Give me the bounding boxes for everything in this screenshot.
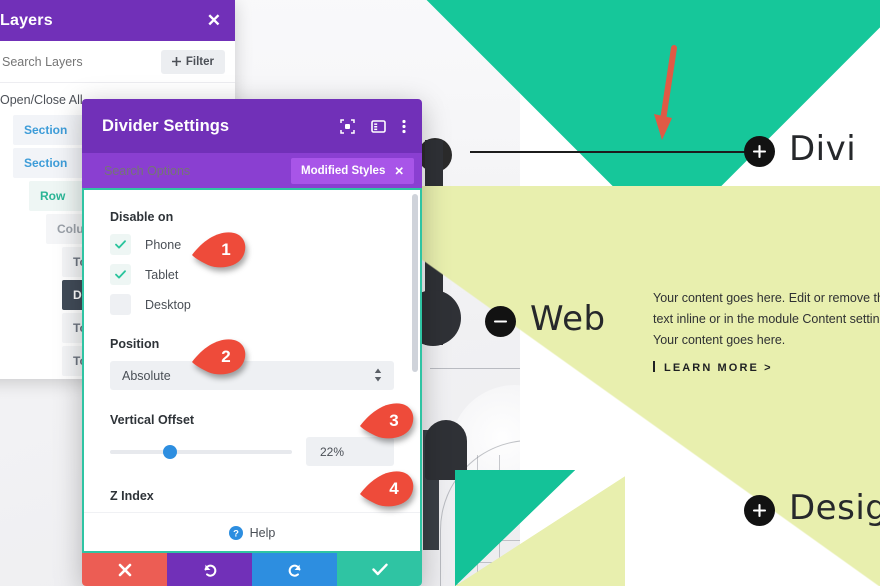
chevron-updown-icon bbox=[374, 368, 382, 387]
blurb-title-web: Web bbox=[530, 299, 606, 339]
green-triangle-shape bbox=[455, 470, 575, 586]
checkbox-tablet[interactable] bbox=[110, 264, 131, 285]
checkbox-row-tablet[interactable]: Tablet bbox=[110, 264, 394, 285]
modified-styles-label: Modified Styles bbox=[301, 164, 386, 177]
vertical-offset-slider[interactable] bbox=[110, 444, 292, 459]
redo-button[interactable] bbox=[252, 553, 337, 586]
annotation-arrow-icon bbox=[654, 45, 677, 140]
save-button[interactable] bbox=[337, 553, 422, 586]
checkbox-label-phone: Phone bbox=[145, 237, 182, 252]
layers-panel-title: Layers bbox=[0, 11, 53, 29]
callout-4: 4 bbox=[358, 470, 416, 508]
svg-text:?: ? bbox=[233, 529, 239, 540]
modal-header: Divider Settings bbox=[82, 99, 422, 153]
scrollbar-thumb[interactable] bbox=[412, 194, 418, 372]
minus-circle-icon bbox=[485, 306, 516, 337]
close-icon[interactable]: ✕ bbox=[394, 164, 404, 178]
callout-3: 3 bbox=[358, 402, 416, 440]
checkbox-row-desktop[interactable]: Desktop bbox=[110, 294, 394, 315]
plus-circle-icon bbox=[744, 495, 775, 526]
learn-more-label: LEARN MORE > bbox=[664, 362, 773, 374]
modal-body: Disable on Phone Tablet Desktop Position… bbox=[82, 188, 422, 512]
z-index-label: Z Index bbox=[110, 489, 154, 503]
position-value: Absolute bbox=[122, 368, 171, 383]
modal-search-bar: Modified Styles ✕ bbox=[82, 153, 422, 188]
check-icon bbox=[115, 270, 126, 279]
callout-4-number: 4 bbox=[389, 479, 399, 498]
redo-icon bbox=[288, 564, 300, 577]
modified-styles-badge[interactable]: Modified Styles ✕ bbox=[291, 157, 414, 184]
help-button[interactable]: ? Help bbox=[82, 512, 422, 553]
callout-1: 1 bbox=[190, 231, 248, 269]
checkbox-phone[interactable] bbox=[110, 234, 131, 255]
filter-label: Filter bbox=[185, 55, 214, 68]
callout-1-number: 1 bbox=[221, 240, 231, 259]
callout-2-number: 2 bbox=[221, 347, 231, 366]
checkbox-row-phone[interactable]: Phone bbox=[110, 234, 394, 255]
undo-icon bbox=[204, 564, 216, 577]
question-circle-icon: ? bbox=[228, 526, 243, 540]
undo-button[interactable] bbox=[167, 553, 252, 586]
divider-settings-modal: Divider Settings Search Options Modified… bbox=[82, 99, 422, 586]
search-layers-input[interactable] bbox=[0, 53, 154, 70]
modal-header-actions bbox=[340, 118, 406, 134]
divider-module-line[interactable] bbox=[470, 151, 752, 153]
close-icon bbox=[118, 563, 131, 576]
learn-more-link[interactable]: LEARN MORE > bbox=[653, 361, 773, 374]
disable-on-label: Disable on bbox=[110, 210, 174, 224]
modal-scrollbar[interactable] bbox=[412, 194, 418, 512]
checkbox-label-tablet: Tablet bbox=[145, 267, 179, 282]
blurb-title-divi: Divi bbox=[789, 129, 857, 169]
position-label: Position bbox=[110, 337, 160, 351]
layers-search-bar: Filter bbox=[0, 41, 235, 83]
checkbox-label-desktop: Desktop bbox=[145, 297, 191, 312]
expand-icon[interactable] bbox=[340, 118, 355, 134]
check-icon bbox=[115, 240, 126, 249]
position-select[interactable]: Absolute bbox=[110, 361, 394, 390]
callout-2: 2 bbox=[190, 338, 248, 376]
plus-icon bbox=[171, 57, 181, 66]
layers-panel-header: Layers ✕ bbox=[0, 0, 235, 41]
layout-icon[interactable] bbox=[371, 119, 386, 134]
vertical-offset-label: Vertical Offset bbox=[110, 413, 195, 427]
plus-circle-icon bbox=[744, 136, 775, 167]
close-icon[interactable]: ✕ bbox=[207, 12, 221, 29]
modal-footer bbox=[82, 553, 422, 586]
filter-button[interactable]: Filter bbox=[160, 49, 225, 74]
blurb-body-copy: Your content goes here. Edit or remove t… bbox=[653, 291, 880, 347]
modal-title: Divider Settings bbox=[102, 116, 230, 135]
cancel-button[interactable] bbox=[82, 553, 167, 586]
slider-knob[interactable] bbox=[163, 444, 178, 459]
vertical-offset-row bbox=[110, 437, 394, 466]
vertical-offset-input-box[interactable] bbox=[306, 437, 394, 466]
callout-3-number: 3 bbox=[389, 411, 399, 430]
check-icon bbox=[371, 563, 388, 576]
blurb-title-design: Desig bbox=[789, 488, 880, 528]
learn-more-bar bbox=[653, 361, 655, 372]
checkbox-desktop[interactable] bbox=[110, 294, 131, 315]
help-label: Help bbox=[249, 526, 276, 540]
vertical-offset-input[interactable] bbox=[318, 443, 382, 460]
search-options-input[interactable] bbox=[102, 162, 256, 179]
more-vertical-icon[interactable] bbox=[402, 119, 406, 134]
